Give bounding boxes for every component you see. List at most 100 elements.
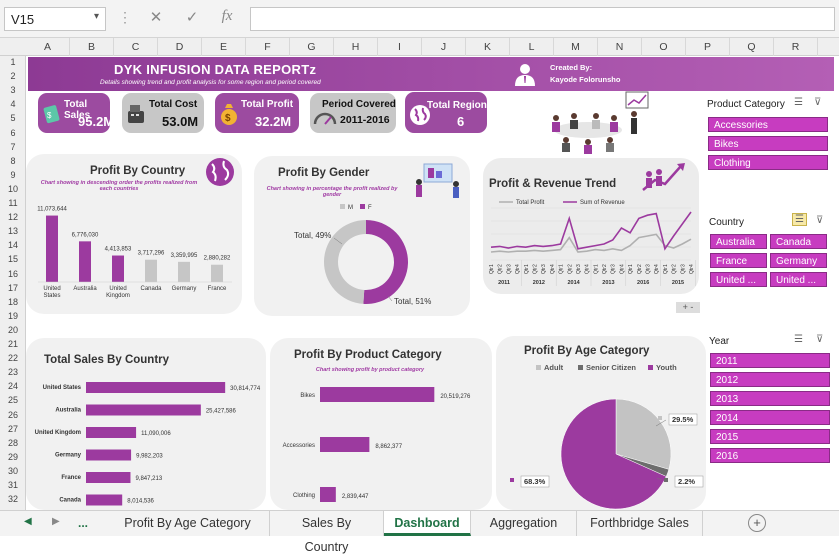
slicer-item[interactable]: 2016	[710, 448, 830, 463]
tick-label: 2016	[637, 280, 649, 286]
row-header[interactable]: 19	[0, 310, 26, 323]
row-header[interactable]: 12	[0, 211, 26, 224]
tick-label: Qtr3	[541, 264, 547, 274]
slicer-item[interactable]: United ...	[770, 272, 827, 287]
column-header[interactable]: O	[642, 38, 686, 56]
name-box[interactable]: V15 ▾	[4, 7, 106, 31]
row-header[interactable]: 28	[0, 437, 26, 450]
row-header[interactable]: 10	[0, 183, 26, 196]
column-header[interactable]: G	[290, 38, 334, 56]
row-header[interactable]: 14	[0, 239, 26, 252]
row-header[interactable]: 27	[0, 423, 26, 436]
svg-text:$: $	[47, 111, 52, 120]
slicer-item[interactable]: Clothing	[708, 155, 828, 170]
column-header[interactable]: J	[422, 38, 466, 56]
chevron-down-icon[interactable]: ▾	[94, 11, 99, 22]
column-header[interactable]: M	[554, 38, 598, 56]
column-header[interactable]: N	[598, 38, 642, 56]
row-header[interactable]: 16	[0, 268, 26, 281]
row-header[interactable]: 17	[0, 282, 26, 295]
column-header[interactable]: L	[510, 38, 554, 56]
column-header[interactable]: A	[26, 38, 70, 56]
row-header[interactable]: 5	[0, 112, 26, 125]
slicer-item[interactable]: United ...	[710, 272, 767, 287]
slicer-item[interactable]: Canada	[770, 234, 827, 249]
add-sheet-button[interactable]: +	[748, 514, 766, 532]
row-header[interactable]: 11	[0, 197, 26, 210]
column-header[interactable]: F	[246, 38, 290, 56]
column-header[interactable]: K	[466, 38, 510, 56]
sheet-tab[interactable]: Dashboard	[384, 511, 471, 536]
row-header[interactable]: 4	[0, 98, 26, 111]
slicer-item[interactable]: 2011	[710, 353, 830, 368]
sheet-tab[interactable]: Forthbridge Sales	[577, 511, 703, 536]
row-header[interactable]: 22	[0, 352, 26, 365]
sheet-tab[interactable]: Profit By Age Category	[106, 511, 270, 536]
row-header[interactable]: 13	[0, 225, 26, 238]
zoom-buttons[interactable]: + -	[676, 302, 700, 313]
row-header[interactable]: 24	[0, 380, 26, 393]
column-headers: ABCDEFGHIJKLMNOPQR	[0, 38, 839, 56]
slicer-item[interactable]: 2013	[710, 391, 830, 406]
sheet-tab[interactable]: Aggregation	[471, 511, 577, 536]
column-header[interactable]: D	[158, 38, 202, 56]
row-header[interactable]: 8	[0, 155, 26, 168]
row-header[interactable]: 1	[0, 56, 26, 69]
multi-select-icon[interactable]: ☰	[794, 97, 803, 108]
clear-filter-icon[interactable]: ⊽	[816, 334, 823, 345]
slicer-header-product: Product Category	[707, 99, 785, 110]
column-header[interactable]: I	[378, 38, 422, 56]
column-header[interactable]: E	[202, 38, 246, 56]
row-header[interactable]: 18	[0, 296, 26, 309]
row-header[interactable]: 15	[0, 253, 26, 266]
clear-filter-icon[interactable]: ⊽	[816, 215, 823, 226]
column-header[interactable]: Q	[730, 38, 774, 56]
column-header[interactable]: R	[774, 38, 818, 56]
slicer-item[interactable]: Germany	[770, 253, 827, 268]
row-header[interactable]: 7	[0, 141, 26, 154]
tick-label: Qtr4	[585, 264, 591, 274]
tick-label: Qtr1	[559, 264, 565, 274]
row-header[interactable]: 26	[0, 409, 26, 422]
globe-icon	[206, 158, 234, 186]
legend-label: Youth	[656, 363, 677, 372]
formula-bar: V15 ▾ ⋮ ✕ ✓ fx	[0, 0, 839, 38]
row-header[interactable]: 20	[0, 324, 26, 337]
row-header[interactable]: 3	[0, 84, 26, 97]
data-label: 30,814,774	[230, 386, 261, 392]
slicer-item[interactable]: 2015	[710, 429, 830, 444]
slicer-item[interactable]: 2014	[710, 410, 830, 425]
formula-input[interactable]	[250, 7, 835, 31]
slicer-item[interactable]: Accessories	[708, 117, 828, 132]
row-header[interactable]: 21	[0, 338, 26, 351]
scroll-right-icon[interactable]: ▶	[52, 516, 60, 527]
row-header[interactable]: 6	[0, 127, 26, 140]
slicer-item[interactable]: Australia	[710, 234, 767, 249]
row-header[interactable]: 2	[0, 70, 26, 83]
multi-select-icon[interactable]: ☰	[792, 213, 807, 226]
column-header[interactable]: C	[114, 38, 158, 56]
clear-filter-icon[interactable]: ⊽	[814, 97, 821, 108]
insert-function-icon[interactable]: fx	[216, 8, 238, 28]
tick-label: United	[43, 286, 60, 292]
sheet-tab[interactable]: Sales By Country	[270, 511, 384, 554]
row-header[interactable]: 32	[0, 493, 26, 506]
column-header[interactable]: P	[686, 38, 730, 56]
slicer-item[interactable]: France	[710, 253, 767, 268]
row-header[interactable]: 9	[0, 169, 26, 182]
more-sheets-button[interactable]: ...	[78, 516, 88, 530]
multi-select-icon[interactable]: ☰	[794, 334, 803, 345]
row-header[interactable]: 31	[0, 479, 26, 492]
row-header[interactable]: 25	[0, 394, 26, 407]
scroll-left-icon[interactable]: ◀	[24, 516, 32, 527]
enter-icon[interactable]: ✓	[181, 8, 203, 28]
column-header[interactable]: B	[70, 38, 114, 56]
slicer-item[interactable]: Bikes	[708, 136, 828, 151]
row-header[interactable]: 30	[0, 465, 26, 478]
cancel-icon[interactable]: ✕	[145, 8, 167, 28]
profit-by-gender-chart: M F Total, 49% Total, 51%	[294, 204, 431, 306]
row-header[interactable]: 29	[0, 451, 26, 464]
column-header[interactable]: H	[334, 38, 378, 56]
row-header[interactable]: 23	[0, 366, 26, 379]
slicer-item[interactable]: 2012	[710, 372, 830, 387]
